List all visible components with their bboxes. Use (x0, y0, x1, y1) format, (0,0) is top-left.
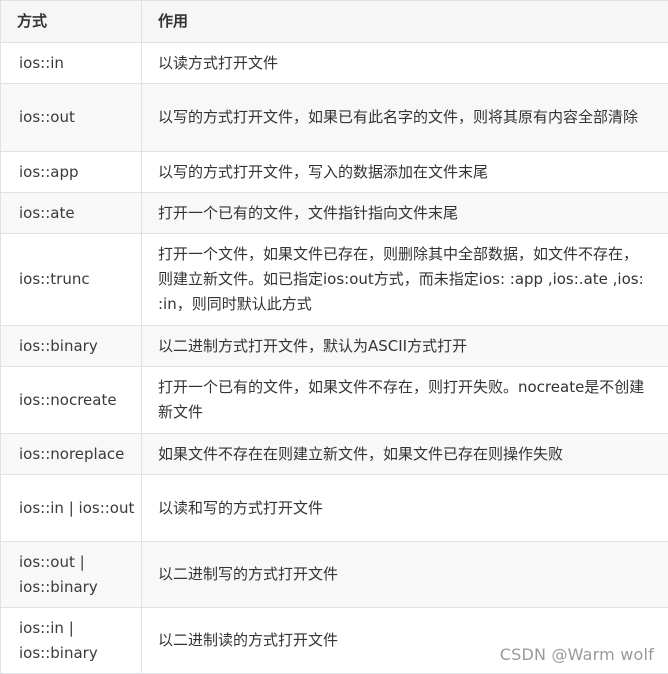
table-row: ios::out | ios::binary 以二进制写的方式打开文件 (1, 542, 668, 608)
description-cell: 如果文件不存在在则建立新文件，如果文件已存在则操作失败 (142, 434, 668, 475)
mode-cell: ios::ate (1, 193, 142, 234)
description-cell: 打开一个已有的文件，文件指针指向文件末尾 (142, 193, 668, 234)
description-cell: 打开一个已有的文件，如果文件不存在，则打开失败。nocreate是不创建新文件 (142, 367, 668, 434)
table-row: ios::in 以读方式打开文件 (1, 43, 668, 84)
table-row: ios::app 以写的方式打开文件，写入的数据添加在文件末尾 (1, 152, 668, 193)
description-cell: 以读和写的方式打开文件 (142, 475, 668, 542)
csdn-watermark: CSDN @Warm wolf (500, 645, 654, 664)
mode-cell: ios::noreplace (1, 434, 142, 475)
mode-cell: ios::in (1, 43, 142, 84)
mode-cell: ios::in | ios::out (1, 475, 142, 542)
header-mode: 方式 (1, 1, 142, 43)
table-row: ios::out 以写的方式打开文件，如果已有此名字的文件，则将其原有内容全部清… (1, 84, 668, 152)
table-row: ios::ate 打开一个已有的文件，文件指针指向文件末尾 (1, 193, 668, 234)
mode-cell: ios::nocreate (1, 367, 142, 434)
description-cell: 以写的方式打开文件，写入的数据添加在文件末尾 (142, 152, 668, 193)
mode-cell: ios::trunc (1, 234, 142, 326)
mode-cell: ios::app (1, 152, 142, 193)
description-cell: 以二进制方式打开文件，默认为ASCII方式打开 (142, 326, 668, 367)
mode-cell: ios::out | ios::binary (1, 542, 142, 608)
mode-cell: ios::binary (1, 326, 142, 367)
table-row: ios::noreplace 如果文件不存在在则建立新文件，如果文件已存在则操作… (1, 434, 668, 475)
mode-cell: ios::out (1, 84, 142, 152)
header-description: 作用 (142, 1, 668, 43)
description-cell: 打开一个文件，如果文件已存在，则删除其中全部数据，如文件不存在，则建立新文件。如… (142, 234, 668, 326)
table-row: ios::trunc 打开一个文件，如果文件已存在，则删除其中全部数据，如文件不… (1, 234, 668, 326)
table-row: ios::nocreate 打开一个已有的文件，如果文件不存在，则打开失败。no… (1, 367, 668, 434)
table-row: ios::binary 以二进制方式打开文件，默认为ASCII方式打开 (1, 326, 668, 367)
description-cell: 以读方式打开文件 (142, 43, 668, 84)
table-row: ios::in | ios::out 以读和写的方式打开文件 (1, 475, 668, 542)
description-cell: 以二进制写的方式打开文件 (142, 542, 668, 608)
table-header-row: 方式 作用 (1, 1, 668, 43)
mode-cell: ios::in | ios::binary (1, 608, 142, 674)
file-open-modes-table: 方式 作用 ios::in 以读方式打开文件 ios::out 以写的方式打开文… (0, 0, 668, 674)
description-cell: 以写的方式打开文件，如果已有此名字的文件，则将其原有内容全部清除 (142, 84, 668, 152)
